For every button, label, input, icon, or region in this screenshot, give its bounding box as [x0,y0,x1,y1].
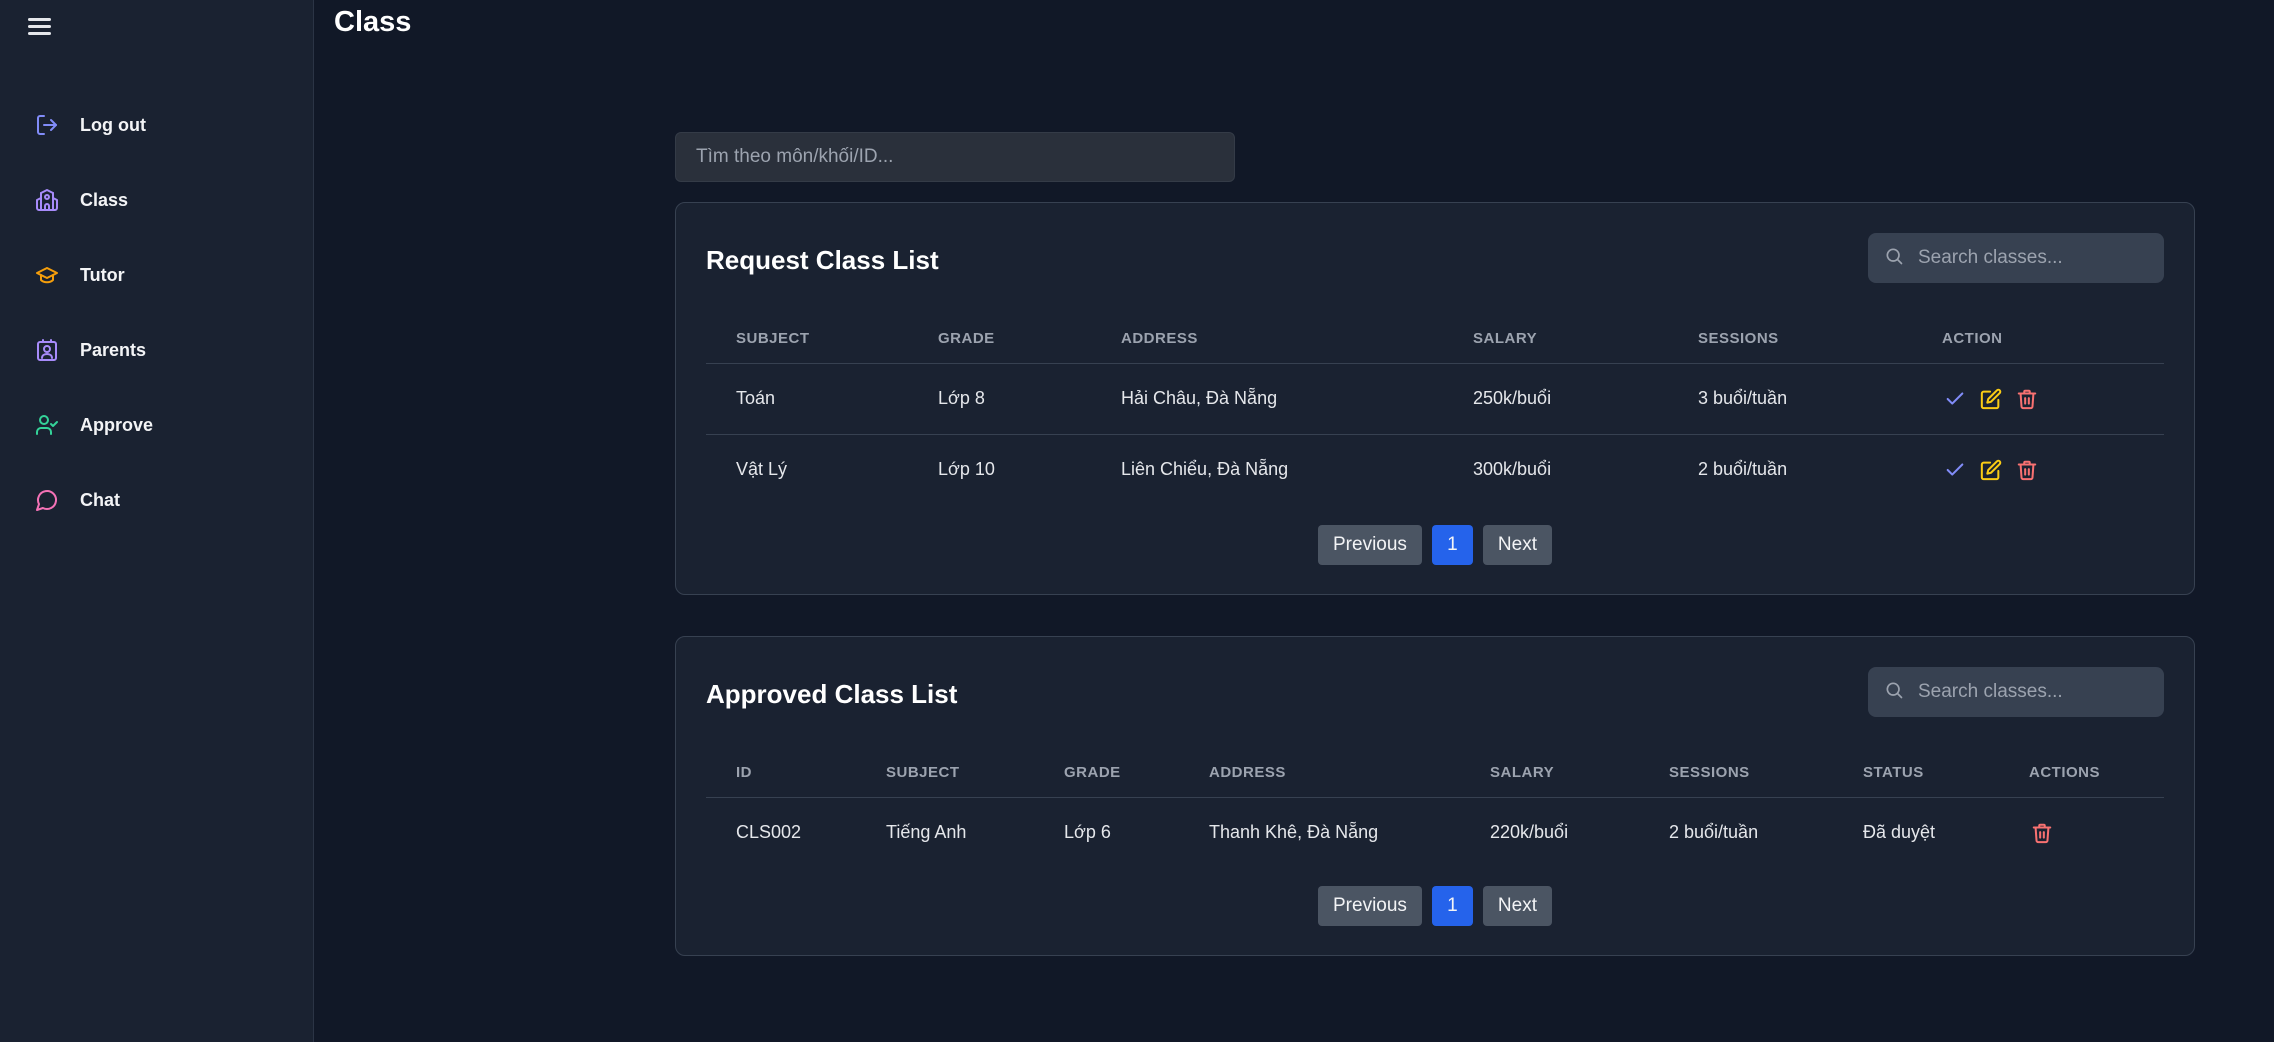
sidebar-item-label: Log out [80,114,146,135]
request-class-search-input[interactable] [1918,247,2148,269]
column-header: SUBJECT [856,749,1034,798]
table-row: Vật Lý Lớp 10 Liên Chiểu, Đà Nẵng 300k/b… [706,434,2164,505]
column-header: STATUS [1833,749,1999,798]
next-page-button[interactable]: Next [1482,525,1552,565]
approved-class-card: Approved Class List ID SUBJECT GRADE ADD… [675,636,2195,956]
cell-address: Liên Chiểu, Đà Nẵng [1121,459,1289,480]
column-header: SALARY [1460,749,1639,798]
request-class-pagination: Previous 1 Next [676,525,2194,565]
cell-salary: 300k/buổi [1473,459,1552,480]
cell-id: CLS002 [736,822,802,843]
search-icon [1884,246,1904,271]
sidebar-item-logout[interactable]: Log out [0,95,314,155]
sidebar-item-label: Class [80,189,129,210]
school-icon [34,187,60,213]
sidebar-item-label: Chat [80,489,120,510]
request-class-card: Request Class List SUBJECT GRADE ADDRESS… [675,202,2195,595]
table-row: Toán Lớp 8 Hải Châu, Đà Nẵng 250k/buổi 3… [706,363,2164,435]
previous-page-button[interactable]: Previous [1318,886,1422,926]
column-header: GRADE [1034,749,1179,798]
chat-bubble-icon [34,487,60,513]
graduation-cap-icon [34,262,60,288]
column-header: ADDRESS [1179,749,1460,798]
edit-icon[interactable] [1978,457,2004,483]
approved-class-pagination: Previous 1 Next [676,886,2194,926]
user-check-icon [34,412,60,438]
trash-icon[interactable] [2029,820,2055,846]
cell-sessions: 2 buổi/tuần [1698,459,1788,480]
page-number-button[interactable]: 1 [1431,886,1473,926]
cell-subject: Toán [706,363,908,435]
cell-subject: Tiếng Anh [886,822,967,843]
approved-class-title: Approved Class List [706,679,958,709]
page-title: Class [334,6,412,38]
search-icon [1884,680,1904,705]
column-header: ACTION [1912,315,2164,364]
cell-subject: Vật Lý [736,459,788,480]
request-class-table: SUBJECT GRADE ADDRESS SALARY SESSIONS AC… [706,315,2164,505]
hamburger-menu-icon[interactable] [26,15,54,39]
sidebar-item-chat[interactable]: Chat [0,470,314,530]
trash-icon[interactable] [2014,457,2040,483]
approved-class-table: ID SUBJECT GRADE ADDRESS SALARY SESSIONS… [706,749,2164,868]
column-header: SESSIONS [1668,315,1912,364]
column-header: SALARY [1443,315,1668,364]
request-class-search[interactable] [1868,233,2164,283]
sidebar-item-label: Tutor [80,264,125,285]
sidebar: Log out Class Tutor Parents Approve Chat [0,0,314,1042]
cell-grade: Lớp 10 [938,459,995,480]
previous-page-button[interactable]: Previous [1318,525,1422,565]
edit-icon[interactable] [1978,386,2004,412]
trash-icon[interactable] [2014,386,2040,412]
column-header: ADDRESS [1091,315,1443,364]
cell-actions [1912,363,2164,435]
sidebar-item-label: Approve [80,414,154,435]
approve-check-icon[interactable] [1942,386,1968,412]
cell-address: Thanh Khê, Đà Nẵng [1209,822,1379,843]
approved-class-search-input[interactable] [1918,681,2148,703]
approved-class-search[interactable] [1868,667,2164,717]
request-class-title: Request Class List [706,245,939,275]
global-search-input[interactable] [675,132,1235,182]
sidebar-item-parents[interactable]: Parents [0,320,314,380]
approve-check-icon[interactable] [1942,457,1968,483]
sidebar-item-approve[interactable]: Approve [0,395,314,455]
next-page-button[interactable]: Next [1482,886,1552,926]
column-header: SESSIONS [1639,749,1833,798]
cell-address: Hải Châu, Đà Nẵng [1091,363,1443,435]
table-row: CLS002 Tiếng Anh Lớp 6 Thanh Khê, Đà Nẵn… [706,797,2164,868]
cell-actions [1912,434,2164,505]
cell-grade: Lớp 8 [908,363,1091,435]
sidebar-item-label: Parents [80,339,147,360]
page-number-button[interactable]: 1 [1431,525,1473,565]
column-header: ID [706,749,856,798]
logout-icon [34,112,60,138]
column-header: SUBJECT [706,315,908,364]
column-header: GRADE [908,315,1091,364]
cell-status: Đã duyệt [1863,822,1936,843]
cell-sessions: 3 buổi/tuần [1668,363,1912,435]
cell-grade: Lớp 6 [1064,822,1111,843]
cell-actions [1999,797,2164,868]
column-header: ACTIONS [1999,749,2164,798]
sidebar-item-class[interactable]: Class [0,170,314,230]
contact-icon [34,337,60,363]
cell-salary: 220k/buổi [1490,822,1569,843]
sidebar-item-tutor[interactable]: Tutor [0,245,314,305]
cell-sessions: 2 buổi/tuần [1669,822,1759,843]
cell-salary: 250k/buổi [1443,363,1668,435]
